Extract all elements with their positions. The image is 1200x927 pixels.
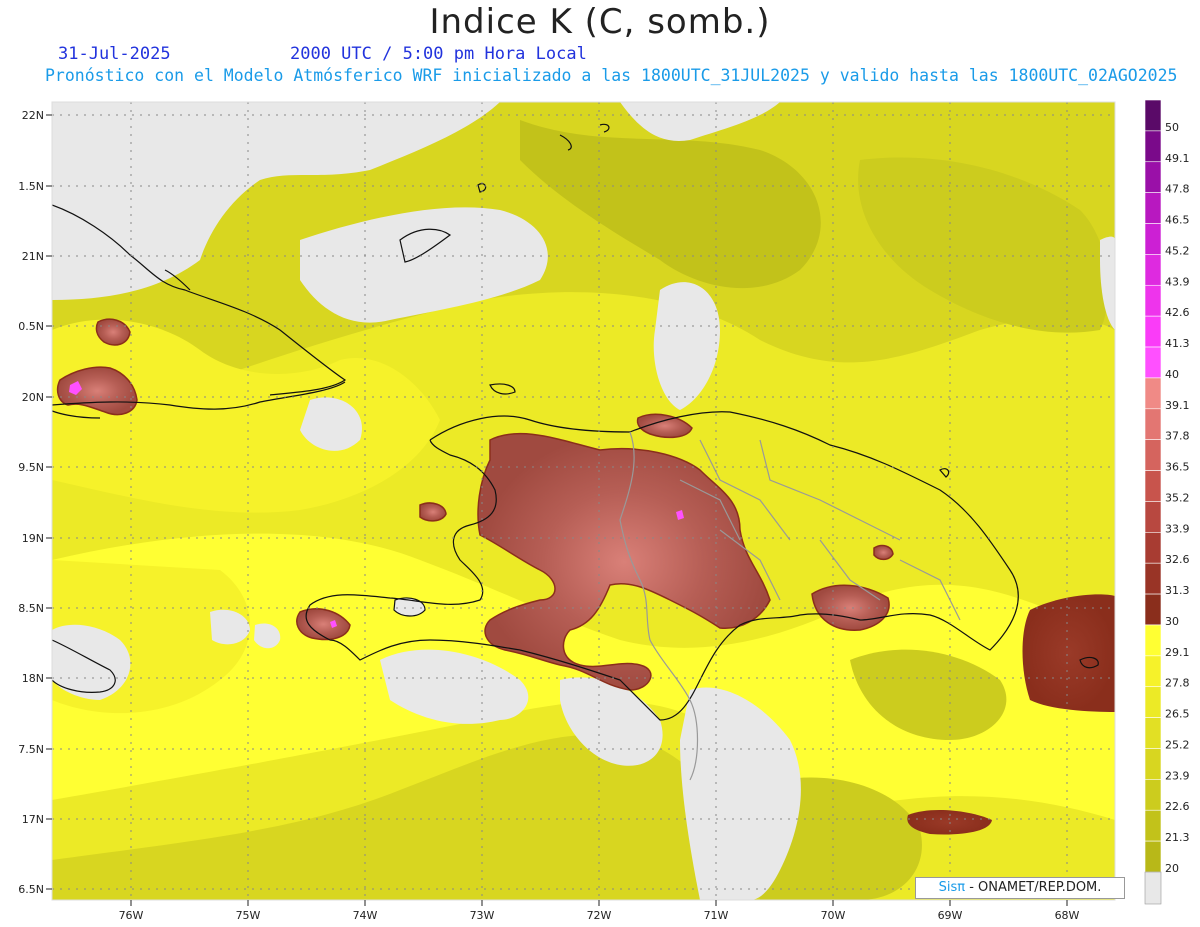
colorbar-box xyxy=(1144,686,1162,718)
lon-axis: 76W 75W 74W 73W 72W 71W 70W 69W 68W xyxy=(119,900,1080,922)
lat-axis: 22N 1.5N 21N 0.5N 20N 9.5N 19N 8.5N 18N … xyxy=(18,109,52,896)
colorbar-label: 26.5 xyxy=(1165,708,1190,721)
lat-label: 8.5N xyxy=(18,602,44,615)
colorbar-box xyxy=(1144,408,1162,440)
lon-label: 72W xyxy=(587,909,612,922)
colorbar-box xyxy=(1144,562,1162,595)
colorbar-label: 47.8 xyxy=(1165,183,1190,196)
colorbar-box xyxy=(1144,748,1162,780)
lon-label: 74W xyxy=(353,909,378,922)
colorbar-label: 50 xyxy=(1165,121,1179,134)
colorbar-label: 27.8 xyxy=(1165,677,1190,690)
colorbar-box xyxy=(1144,99,1162,132)
colorbar-label: 40 xyxy=(1165,368,1179,381)
lat-label: 22N xyxy=(22,109,44,122)
colorbar-label: 41.3 xyxy=(1165,337,1190,350)
colorbar-label: 37.8 xyxy=(1165,430,1190,443)
sispi-logo-text: Sisπ xyxy=(938,880,966,895)
colorbar-box xyxy=(1144,655,1162,688)
colorbar-label: 21.3 xyxy=(1165,831,1190,844)
lon-label: 71W xyxy=(704,909,729,922)
colorbar-label: 30 xyxy=(1165,615,1179,628)
colorbar-label: 46.5 xyxy=(1165,214,1190,227)
credit-box: Sisπ - ONAMET/REP.DOM. xyxy=(915,877,1125,899)
lat-label: 20N xyxy=(22,391,44,404)
colorbar-box xyxy=(1144,501,1162,533)
lat-label: 19N xyxy=(22,532,44,545)
k-index-map: 22N 1.5N 21N 0.5N 20N 9.5N 19N 8.5N 18N … xyxy=(18,99,1190,922)
colorbar-box xyxy=(1144,840,1162,873)
colorbar-box xyxy=(1144,532,1162,564)
colorbar-label: 35.2 xyxy=(1165,491,1190,504)
colorbar-label: 42.6 xyxy=(1165,306,1190,319)
shaded-field xyxy=(52,102,1115,900)
colorbar-box xyxy=(1144,254,1162,286)
colorbar: 50 49.1 47.8 46.5 45.2 43.9 42.6 41.3 40 39.1 37.8… xyxy=(1144,99,1190,905)
lat-label: 21N xyxy=(22,250,44,263)
colorbar-box xyxy=(1144,717,1162,749)
colorbar-box xyxy=(1144,284,1162,317)
lat-label: 18N xyxy=(22,672,44,685)
colorbar-box xyxy=(1144,470,1162,502)
colorbar-label: 31.3 xyxy=(1165,584,1190,597)
colorbar-label: 25.2 xyxy=(1165,738,1190,751)
lon-label: 68W xyxy=(1055,909,1080,922)
colorbar-box xyxy=(1144,223,1162,255)
colorbar-label: 32.6 xyxy=(1165,553,1190,566)
colorbar-box xyxy=(1144,593,1162,626)
colorbar-box xyxy=(1144,809,1162,842)
lat-label: 17N xyxy=(22,813,44,826)
colorbar-below-box xyxy=(1144,871,1162,905)
valid-time: 2000 UTC / 5:00 pm Hora Local xyxy=(290,44,587,64)
valid-date: 31-Jul-2025 xyxy=(58,44,171,64)
lat-label: 6.5N xyxy=(18,883,44,896)
colorbar-label: 39.1 xyxy=(1165,399,1190,412)
colorbar-label: 22.6 xyxy=(1165,800,1190,813)
lon-label: 69W xyxy=(938,909,963,922)
colorbar-label: 23.9 xyxy=(1165,769,1190,782)
credit-org: - ONAMET/REP.DOM. xyxy=(965,880,1102,895)
colorbar-box xyxy=(1144,130,1162,163)
colorbar-label: 45.2 xyxy=(1165,244,1190,257)
colorbar-label: 20 xyxy=(1165,862,1179,875)
lon-label: 70W xyxy=(821,909,846,922)
colorbar-label: 29.1 xyxy=(1165,646,1190,659)
lon-label: 76W xyxy=(119,909,144,922)
colorbar-box xyxy=(1144,624,1162,657)
lat-label: 0.5N xyxy=(18,320,44,333)
colorbar-box xyxy=(1144,315,1162,348)
forecast-info: Pronóstico con el Modelo Atmósferico WRF… xyxy=(45,66,1178,85)
lon-label: 73W xyxy=(470,909,495,922)
colorbar-box xyxy=(1144,161,1162,193)
high-dr-center xyxy=(873,544,894,561)
colorbar-box xyxy=(1144,439,1162,471)
high-se-box xyxy=(1022,594,1115,712)
colorbar-label: 43.9 xyxy=(1165,275,1190,288)
lat-label: 1.5N xyxy=(18,180,44,193)
lon-label: 75W xyxy=(236,909,261,922)
lat-label: 9.5N xyxy=(18,461,44,474)
lat-label: 7.5N xyxy=(18,743,44,756)
colorbar-label: 33.9 xyxy=(1165,522,1190,535)
colorbar-label: 36.5 xyxy=(1165,461,1190,474)
colorbar-label: 49.1 xyxy=(1165,152,1190,165)
colorbar-box xyxy=(1144,377,1162,410)
colorbar-box xyxy=(1144,779,1162,811)
colorbar-box xyxy=(1144,346,1162,379)
map-title: Indice K (C, somb.) xyxy=(429,2,771,42)
colorbar-box xyxy=(1144,192,1162,224)
